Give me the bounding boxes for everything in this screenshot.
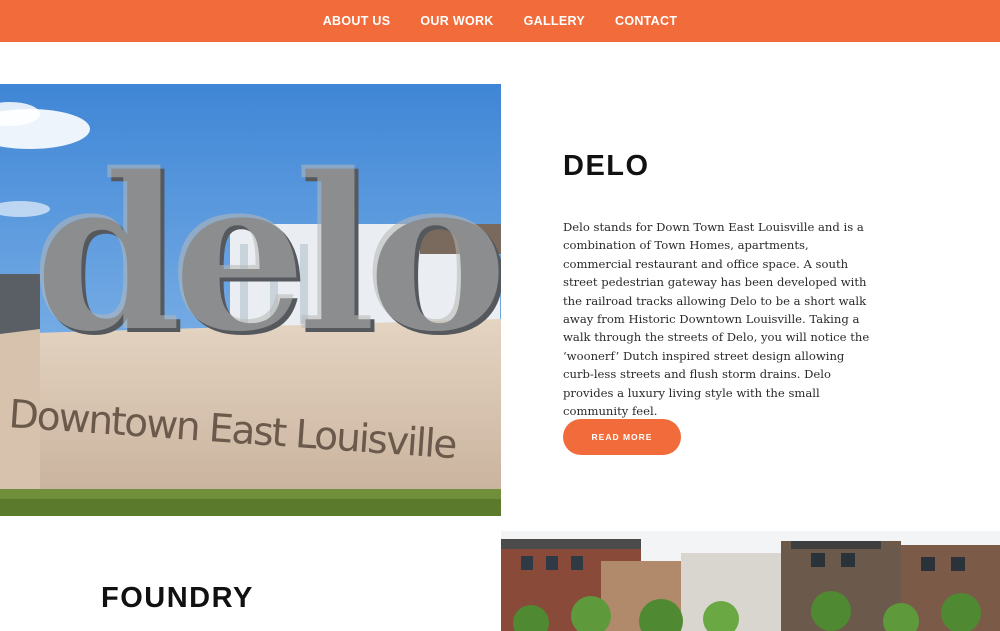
delo-title: DELO (563, 150, 650, 182)
nav-contact[interactable]: CONTACT (615, 14, 677, 28)
nav-about-us[interactable]: ABOUT US (323, 14, 391, 28)
svg-text:delo: delo (31, 126, 499, 379)
foundry-buildings-photo (501, 531, 1000, 631)
delo-section: DELO Delo stands for Down Town East Loui… (563, 150, 875, 420)
delo-sign-photo: delo delo Downtown East Louisville (0, 84, 501, 516)
main-nav: ABOUT US OUR WORK GALLERY CONTACT (0, 0, 1000, 42)
nav-gallery[interactable]: GALLERY (524, 14, 585, 28)
nav-our-work[interactable]: OUR WORK (420, 14, 493, 28)
delo-description: Delo stands for Down Town East Louisvill… (563, 220, 870, 419)
foundry-title: FOUNDRY (101, 582, 254, 614)
read-more-button[interactable]: READ MORE (563, 419, 681, 455)
